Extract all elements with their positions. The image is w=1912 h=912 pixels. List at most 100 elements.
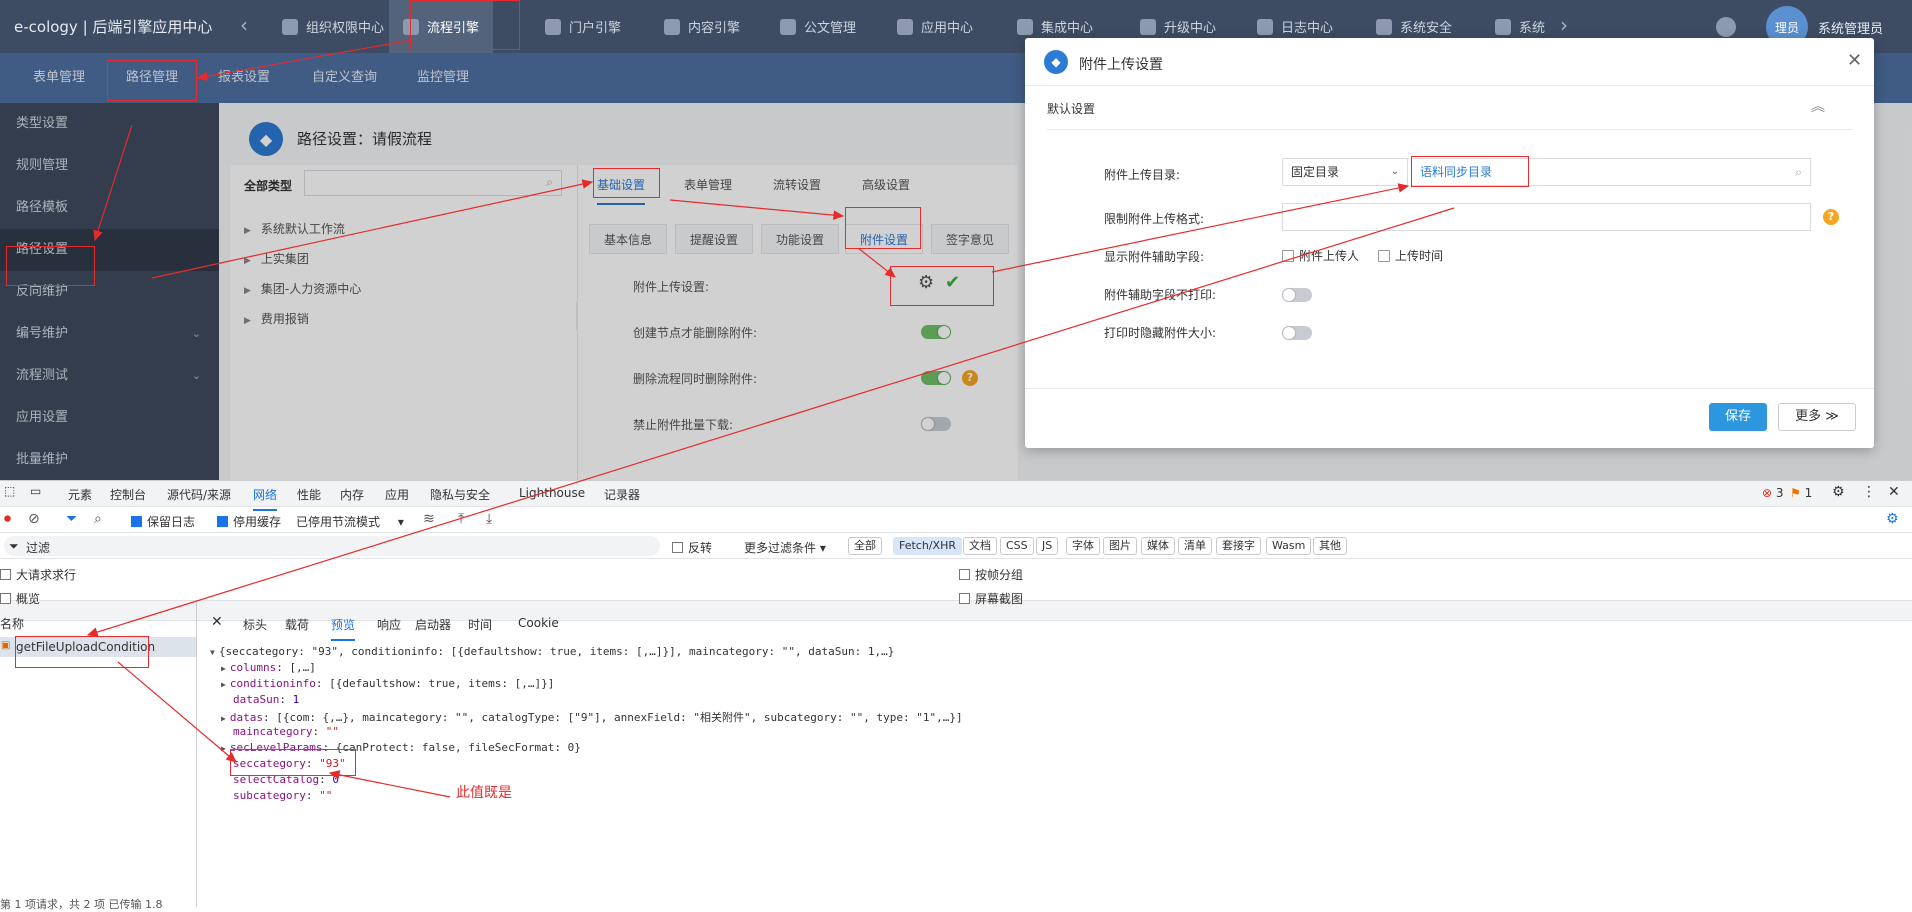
devtools-tab[interactable]: 网络 [253,486,278,511]
devtools-tab[interactable]: 隐私与安全 [430,486,490,503]
checkbox-box[interactable] [217,516,228,527]
caret-right-icon[interactable]: ▶ [221,664,226,673]
group-by-frame-checkbox[interactable]: 按帧分组 [959,566,1023,583]
settings-tab[interactable]: 高级设置 [862,176,910,193]
detail-tab[interactable]: 时间 [468,616,492,633]
type-filter-chip[interactable]: 文档 [963,537,997,555]
checkbox-box[interactable] [959,593,970,604]
detail-tab[interactable]: 载荷 [285,616,309,633]
type-filter-chip[interactable]: 字体 [1066,537,1100,555]
setting-toggle[interactable] [921,371,951,385]
search-icon[interactable]: ⌕ [1795,159,1802,185]
error-count-badge[interactable]: ⊗ 3 [1762,486,1784,500]
help-icon[interactable]: ? [1823,209,1839,225]
type-filter-chip[interactable]: JS [1036,537,1059,555]
checkbox-box[interactable] [0,593,11,604]
tree-item[interactable]: ▶ 费用报销 [244,310,309,327]
checkbox-box[interactable] [959,569,970,580]
save-button[interactable]: 保存 [1709,403,1767,431]
disable-cache-checkbox[interactable]: 停用缓存 [217,513,281,530]
tree-search-input[interactable]: ⌕ [304,170,562,196]
type-filter-chip[interactable]: 媒体 [1141,537,1175,555]
wifi-icon[interactable]: ≋ [423,511,435,527]
devtools-tab[interactable]: 元素 [68,486,92,503]
type-filter-chip[interactable]: Fetch/XHR [893,537,962,555]
preview-line[interactable]: subcategory: "" [233,789,332,802]
section-header[interactable] [1047,100,1852,130]
chevron-up-icon[interactable]: ︽ [1811,96,1825,116]
preview-summary[interactable]: ▼ {seccategory: "93", conditioninfo: [{de… [210,645,894,658]
type-filter-chip[interactable]: 清单 [1178,537,1212,555]
caret-down-icon[interactable]: ▼ [210,648,215,657]
preview-line[interactable]: ▶ conditioninfo: [{defaultshow: true, ite… [221,677,554,690]
noprint-toggle[interactable] [1282,288,1312,302]
setting-toggle[interactable] [921,325,951,339]
device-toggle-icon[interactable]: ▭ [30,484,41,498]
search-icon[interactable]: ⌕ [94,511,102,527]
sidebar-item[interactable]: 流程测试 ⌄ [0,355,219,397]
devtools-tab[interactable]: 控制台 [110,486,146,503]
more-vert-icon[interactable]: ⋮ [1862,484,1876,500]
warning-count-badge[interactable]: ⚑ 1 [1790,486,1812,500]
setting-toggle[interactable] [921,417,951,431]
nav-prev-arrow-icon[interactable]: ‹ [240,13,248,37]
module-tab[interactable]: 门户引擎 [531,0,635,53]
throttle-select[interactable]: 已停用节流模式 ▾ [296,513,404,530]
settings-subtab[interactable]: 签字意见 [931,224,1010,254]
overview-checkbox[interactable]: 概览 [0,590,40,607]
devtools-tab[interactable]: 性能 [297,486,321,503]
module-tab[interactable]: 应用中心 [883,0,987,53]
help-icon[interactable]: ? [962,370,978,386]
caret-right-icon[interactable]: ▶ [221,714,226,723]
module-tab[interactable]: 公文管理 [766,0,870,53]
sidebar-item[interactable]: 编号维护 ⌄ [0,313,219,355]
subnav-tab[interactable]: 报表设置 [218,53,270,103]
settings-subtab[interactable]: 基本信息 [589,224,668,254]
preview-line[interactable]: maincategory: "" [233,725,339,738]
more-filters-dropdown[interactable]: 更多过滤条件 ▾ [744,539,826,556]
clear-icon[interactable]: ⊘ [28,511,40,527]
detail-tab[interactable]: 启动器 [415,616,451,633]
upload-icon[interactable]: ⤒ [458,511,464,527]
type-filter-chip[interactable]: 套接字 [1216,537,1261,555]
close-icon[interactable]: ✕ [1847,50,1862,71]
message-icon[interactable] [1716,17,1736,37]
module-tab[interactable]: 内容引擎 [650,0,754,53]
settings-gear-icon[interactable]: ⚙ [1886,511,1899,527]
more-button[interactable]: 更多 ≫ [1778,403,1856,431]
detail-tab[interactable]: 预览 [331,616,356,641]
preview-line[interactable]: dataSun: 1 [233,693,299,706]
caret-right-icon[interactable]: ▶ [244,226,251,236]
nav-next-arrow-icon[interactable]: › [1560,13,1568,37]
settings-tab[interactable]: 表单管理 [684,176,732,193]
type-filter-chip[interactable]: 图片 [1103,537,1137,555]
close-icon[interactable]: ✕ [1888,484,1900,500]
settings-subtab[interactable]: 功能设置 [761,224,840,254]
dir-type-select[interactable]: 固定目录 ⌄ [1282,158,1408,186]
devtools-tab[interactable]: Lighthouse [519,486,585,500]
record-icon[interactable]: ⏺ [4,511,11,527]
tree-item[interactable]: ▶ 集团-人力资源中心 [244,280,361,297]
large-rows-checkbox[interactable]: 大请求求行 [0,566,76,583]
checkbox-box[interactable] [131,516,142,527]
preview-line[interactable]: ▶ columns: [,…] [221,661,316,674]
caret-right-icon[interactable]: ▶ [244,286,251,296]
devtools-tab[interactable]: 应用 [385,486,409,503]
settings-tab[interactable]: 流转设置 [773,176,821,193]
module-tab[interactable]: 组织权限中心 [268,0,398,53]
hidesize-toggle[interactable] [1282,326,1312,340]
type-filter-chip[interactable]: 其他 [1313,537,1347,555]
devtools-tab[interactable]: 记录器 [604,486,640,503]
screenshots-checkbox[interactable]: 屏幕截图 [959,590,1023,607]
filter-input[interactable] [4,536,660,556]
caret-right-icon[interactable]: ▶ [244,256,251,266]
tree-item[interactable]: ▶ 上实集团 [244,250,309,267]
checkbox-box[interactable] [672,542,683,553]
preserve-log-checkbox[interactable]: 保留日志 [131,513,195,530]
type-filter-chip[interactable]: Wasm [1266,537,1312,555]
devtools-tab[interactable]: 源代码/来源 [167,486,231,503]
sidebar-item[interactable]: 规则管理 [0,145,219,187]
aux-time-checkbox[interactable]: 上传时间 [1378,247,1443,264]
filter-icon[interactable]: ⏷ [66,511,77,527]
subnav-tab[interactable]: 自定义查询 [312,53,377,103]
